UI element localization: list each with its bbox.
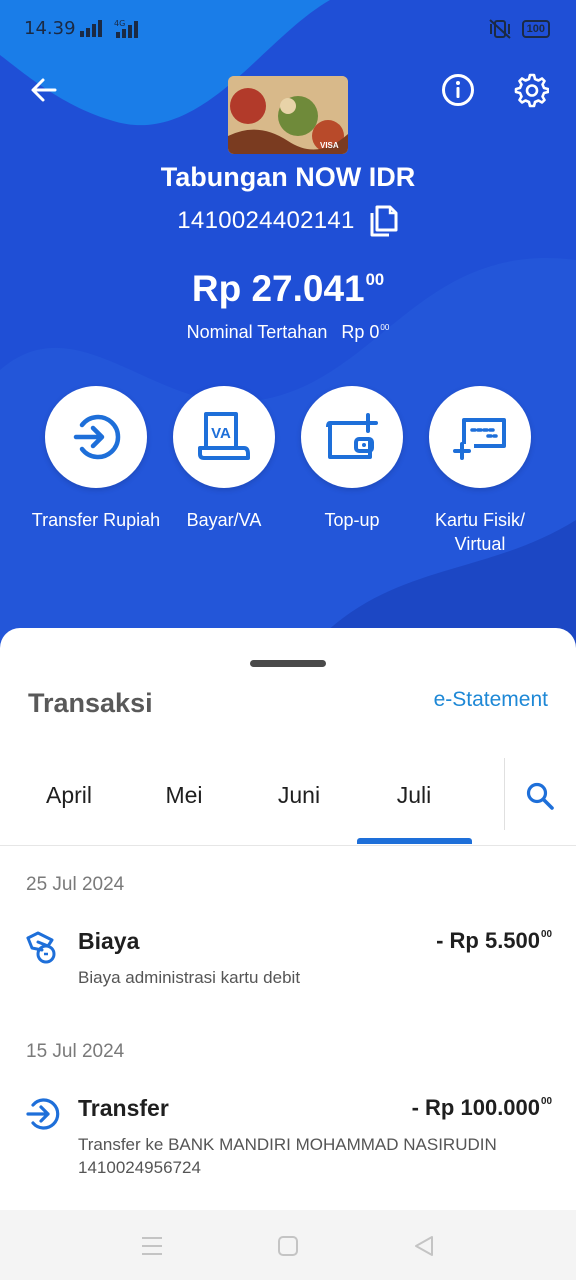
transaction-amount: - Rp 100.00000 [412,1095,552,1121]
balance-decimal: 00 [365,270,385,290]
amount-decimal: 00 [541,929,552,941]
transaction-name: Biaya [78,928,140,954]
signal-icon [80,20,102,37]
arrow-left-icon [31,78,57,102]
svg-text:4G: 4G [114,19,125,28]
held-balance-row: Nominal Tertahan Rp 000 [0,322,576,343]
held-amount: Rp 0 [341,322,380,342]
card-add-icon [453,418,506,460]
info-button[interactable] [434,66,482,114]
transaction-item[interactable]: Biaya - Rp 5.50000 Biaya administrasi ka… [24,928,552,998]
battery-icon: 100 [521,20,550,38]
active-tab-indicator [357,838,472,844]
transaction-item[interactable]: Transfer - Rp 100.00000 Transfer ke BANK… [24,1095,552,1185]
wallet-topup-icon [326,413,378,459]
svg-text:VA: VA [211,425,231,442]
transactions-title: Transaksi [28,688,153,718]
amount-decimal: 00 [541,1096,552,1108]
copy-icon[interactable] [369,204,399,238]
held-label: Nominal Tertahan [186,322,328,342]
account-number: 1410024402141 [177,207,355,234]
action-label: Transfer Rupiah [31,510,161,530]
action-top-up[interactable]: Top-up [300,386,404,532]
transaction-date: 15 Jul 2024 [26,1041,125,1062]
action-transfer-rupiah[interactable]: Transfer Rupiah [32,386,160,532]
account-number-row: 1410024402141 [0,204,576,238]
balance-amount: Rp 27.041 [191,268,365,309]
menu-icon [142,1237,162,1255]
status-bar: 14.39 4G 100 [0,0,576,58]
transfer-icon [26,1098,60,1130]
info-icon [442,74,474,106]
settings-button[interactable] [507,66,555,114]
account-header: 14.39 4G 100 VISA Tabungan NOW IDR 14100… [0,0,576,660]
debit-card-image[interactable]: VISA [228,76,348,154]
transaction-description: Biaya administrasi kartu debit [78,968,301,987]
svg-text:VISA: VISA [320,141,339,150]
action-label: Bayar/VA [186,510,262,530]
account-balance: Rp 27.04100 [0,268,576,310]
back-button[interactable] [20,66,68,114]
back-nav-button[interactable] [410,1232,438,1260]
tab-divider [504,758,505,830]
back-triangle-icon [415,1236,433,1256]
e-statement-link[interactable]: e-Statement [434,688,548,712]
month-tabs: April Mei Juni Juli [0,756,576,846]
sheet-drag-handle[interactable] [250,660,326,667]
amount-value: - Rp 100.000 [411,1095,541,1120]
home-button[interactable] [274,1232,302,1260]
amount-value: - Rp 5.500 [436,928,541,953]
tab-mei[interactable]: Mei [126,782,242,809]
home-square-icon [278,1236,298,1256]
action-va-circle[interactable]: VA [173,386,275,488]
gear-icon [514,73,549,108]
action-bayar-va[interactable]: VA Bayar/VA [172,386,276,532]
action-kartu-fisik-virtual[interactable]: Kartu Fisik/ Virtual [428,386,532,556]
transaction-date: 25 Jul 2024 [26,874,125,895]
transaction-name: Transfer [78,1095,169,1121]
fee-icon [26,931,56,964]
va-icon: VA [198,412,250,460]
transaction-description: Transfer ke BANK MANDIRI MOHAMMAD NASIRU… [78,1135,497,1177]
recents-button[interactable] [138,1232,166,1260]
action-label: Top-up [324,510,380,530]
action-topup-circle[interactable] [301,386,403,488]
vibrate-icon [488,19,511,39]
transfer-icon [73,414,121,460]
system-nav-bar [0,1210,576,1280]
status-time: 14.39 [24,18,76,39]
action-label: Kartu Fisik/ Virtual [434,510,526,554]
tab-juni[interactable]: Juni [241,782,357,809]
action-card-circle[interactable] [429,386,531,488]
signal-4g-icon: 4G [114,19,138,38]
account-name: Tabungan NOW IDR [160,162,416,192]
action-transfer-circle[interactable] [45,386,147,488]
card-artwork: VISA [228,76,348,154]
transactions-sheet: Transaksi e-Statement April Mei Juni Jul… [0,628,576,1210]
transaction-amount: - Rp 5.50000 [436,928,552,954]
tab-juli[interactable]: Juli [356,782,472,809]
tab-april[interactable]: April [11,782,127,809]
held-decimal: 00 [380,323,390,333]
search-button[interactable] [518,774,562,818]
search-icon [526,782,554,810]
